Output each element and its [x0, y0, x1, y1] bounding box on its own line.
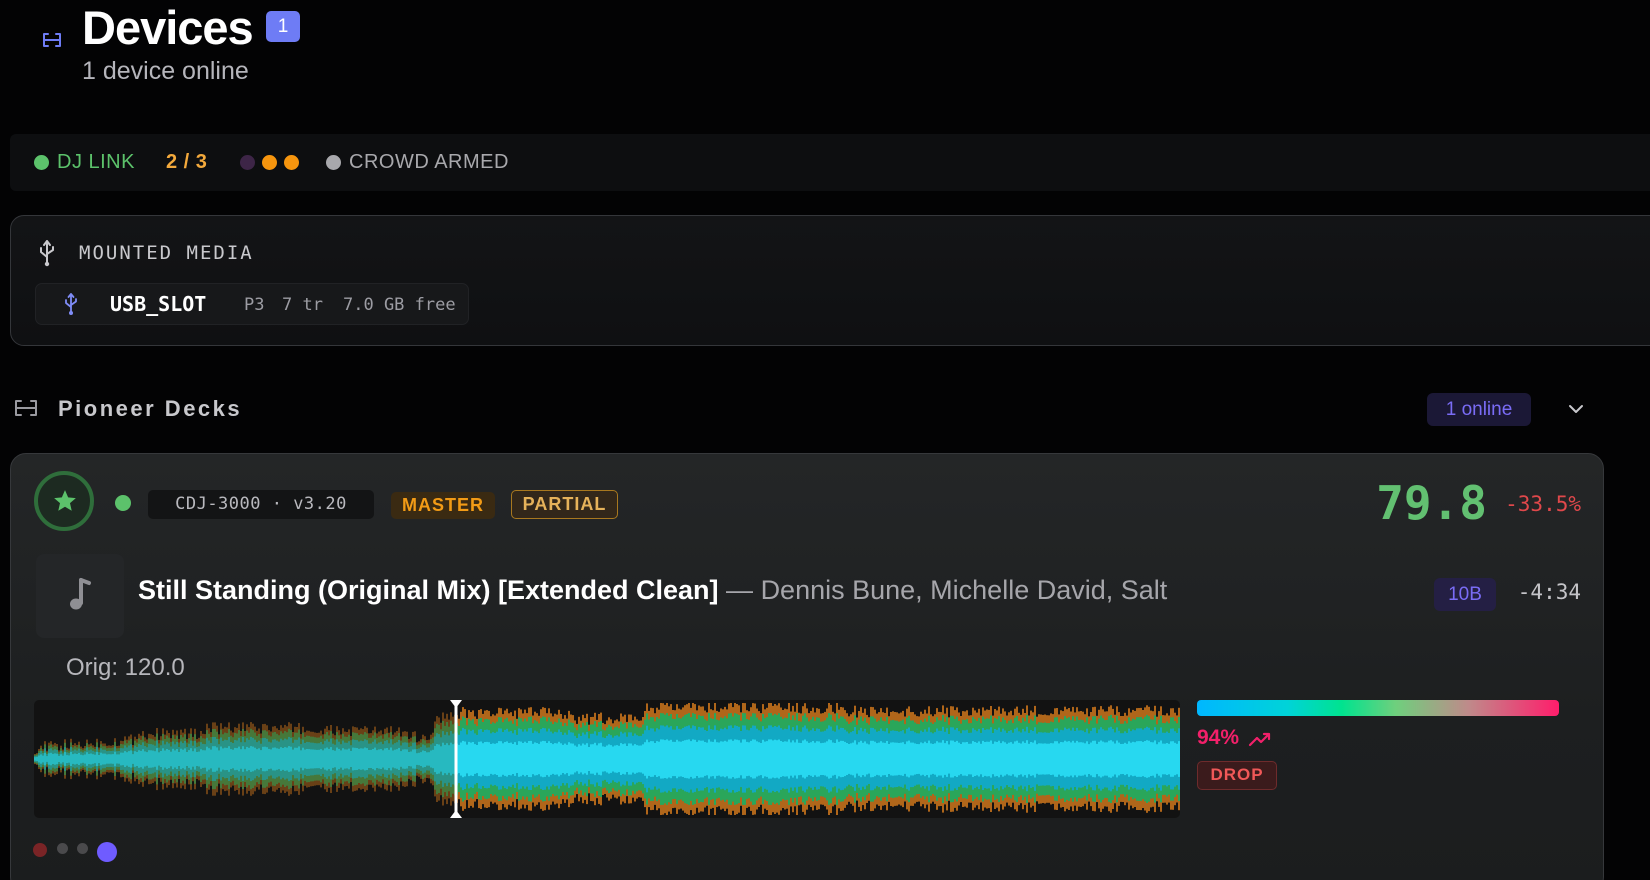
usb-slot-chip[interactable]: USB_SLOT P3 7 tr 7.0 GB free: [35, 283, 469, 325]
link-count: 2 / 3: [166, 151, 208, 173]
dj-link-label: DJ LINK: [57, 151, 135, 173]
crowd-status[interactable]: CROWD ARMED: [326, 134, 509, 191]
indicator-dot: [262, 155, 277, 170]
deck-icon: [15, 400, 37, 416]
indicator-dot: [284, 155, 299, 170]
page-subtitle: 1 device online: [82, 57, 249, 85]
drop-tag: DROP: [1197, 761, 1277, 790]
media-track-count: 7 tr: [282, 295, 323, 315]
usb-icon: [65, 293, 77, 315]
energy-percent: 94%: [1197, 726, 1240, 749]
energy-meter: [1197, 700, 1559, 716]
crowd-dot: [326, 155, 341, 170]
artwork-placeholder: [36, 554, 124, 638]
title-separator: —: [718, 575, 761, 605]
section-title: Pioneer Decks: [58, 396, 243, 421]
page-title: Devices: [82, 1, 254, 54]
star-icon: [54, 490, 76, 511]
bpm-readout: 79.8: [1376, 476, 1487, 530]
status-led: [77, 843, 88, 854]
indicator-dots: [240, 134, 307, 191]
status-led: [33, 843, 47, 857]
track-artist: Dennis Bune, Michelle David, Salt: [760, 575, 1168, 605]
status-led[interactable]: [97, 842, 117, 862]
trending-up-icon: [1248, 732, 1271, 747]
indicator-dot: [240, 155, 255, 170]
device-count-badge: 1: [266, 11, 300, 42]
usb-icon: [40, 240, 54, 267]
master-tag: MASTER: [391, 492, 495, 519]
pitch-readout: -33.5%: [1505, 492, 1581, 516]
online-status-dot: [115, 495, 131, 511]
media-name: USB_SLOT: [110, 292, 207, 316]
online-count-badge: 1 online: [1427, 393, 1531, 426]
chevron-down-icon[interactable]: [1566, 399, 1586, 419]
dj-link-dot: [34, 155, 49, 170]
status-bar: DJ LINK 2 / 3 CROWD ARMED: [10, 134, 1650, 191]
key-badge: 10B: [1434, 578, 1496, 611]
partial-tag: PARTIAL: [511, 490, 618, 519]
deck-icon: [43, 33, 61, 47]
waveform-graph: [34, 700, 1180, 818]
status-led: [57, 843, 68, 854]
dj-link-status[interactable]: DJ LINK: [34, 134, 135, 191]
model-version-chip: CDJ-3000 · v3.20: [148, 490, 374, 519]
time-remaining: -4:34: [1517, 580, 1581, 604]
devices-page: Devices 1 1 device online DJ LINK 2 / 3 …: [0, 0, 1650, 880]
master-star-button[interactable]: [34, 471, 94, 531]
mounted-media-title: MOUNTED MEDIA: [79, 242, 254, 264]
original-bpm: Orig: 120.0: [66, 654, 185, 681]
media-player: P3: [244, 295, 265, 315]
mounted-media-panel: MOUNTED MEDIA USB_SLOT P3 7 tr 7.0 GB fr…: [10, 215, 1650, 346]
media-free-space: 7.0 GB free: [343, 295, 456, 315]
track-title[interactable]: Still Standing (Original Mix) [Extended …: [138, 575, 1167, 606]
music-note-icon: [70, 578, 91, 610]
deck-card[interactable]: CDJ-3000 · v3.20 MASTER PARTIAL 79.8 -33…: [10, 453, 1604, 880]
track-name: Still Standing (Original Mix) [Extended …: [138, 575, 719, 605]
waveform-overview[interactable]: [34, 700, 1180, 818]
crowd-label: CROWD ARMED: [349, 151, 509, 173]
